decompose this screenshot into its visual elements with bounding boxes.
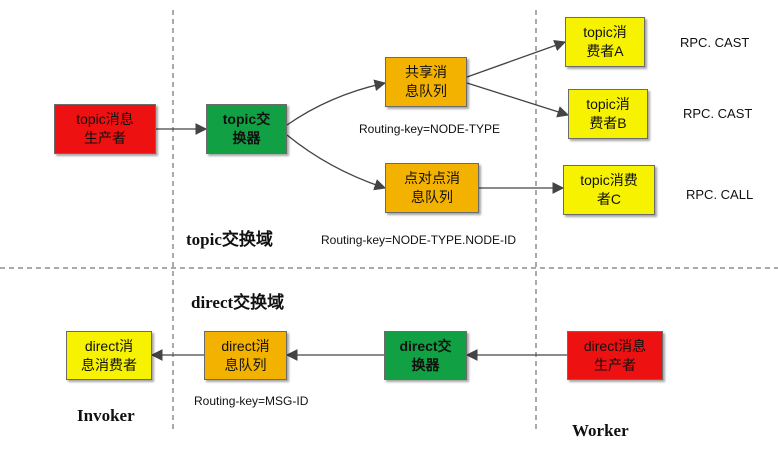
direct-queue-label: direct消 息队列 <box>221 337 270 373</box>
rpc-label-a: RPC. CAST <box>680 35 750 50</box>
direct-producer-label: direct消息 生产者 <box>583 337 647 373</box>
shared-queue-box: 共享消 息队列 <box>385 57 467 107</box>
topic-domain-label: topic交换域 <box>186 230 273 249</box>
topic-consumer-a-box: topic消 费者A <box>565 17 645 67</box>
arrow-exchange-to-p2p-queue <box>286 134 387 191</box>
topic-exchange-label: topic交 换器 <box>222 111 271 146</box>
topic-consumer-b-label: topic消 费者B <box>586 96 630 131</box>
direct-consumer-label: direct消 息消费者 <box>81 337 137 373</box>
p2p-queue-label: 点对点消 息队列 <box>404 170 460 205</box>
shared-queue-label: 共享消 息队列 <box>405 64 447 99</box>
topic-producer-box: topic消息 生产者 <box>54 104 156 154</box>
arrow-exchange-to-shared-queue <box>286 79 387 126</box>
topic-consumer-c-box: topic消费 者C <box>563 165 655 215</box>
routing-key-direct: Routing-key=MSG-ID <box>194 394 309 408</box>
direct-producer-box: direct消息 生产者 <box>567 331 663 380</box>
p2p-queue-box: 点对点消 息队列 <box>385 163 479 213</box>
topic-consumer-c-label: topic消费 者C <box>580 172 638 207</box>
routing-key-p2p: Routing-key=NODE-TYPE.NODE-ID <box>321 233 517 247</box>
worker-label: Worker <box>572 421 629 440</box>
direct-domain-label: direct交换域 <box>191 293 285 312</box>
routing-key-shared: Routing-key=NODE-TYPE <box>359 122 501 136</box>
rpc-label-b: RPC. CAST <box>683 106 753 121</box>
arrow-shared-queue-to-consumer-b <box>466 82 570 118</box>
rpc-label-c: RPC. CALL <box>686 187 754 202</box>
invoker-label: Invoker <box>77 406 135 425</box>
topic-producer-label: topic消息 生产者 <box>76 111 134 146</box>
arrow-shared-queue-to-consumer-a <box>466 40 567 78</box>
direct-exchange-box: direct交 换器 <box>384 331 467 380</box>
topic-exchange-box: topic交 换器 <box>206 104 287 154</box>
topic-consumer-a-label: topic消 费者A <box>583 24 627 59</box>
direct-exchange-label: direct交 换器 <box>399 337 452 373</box>
direct-queue-box: direct消 息队列 <box>204 331 287 380</box>
direct-consumer-box: direct消 息消费者 <box>66 331 152 380</box>
topic-consumer-b-box: topic消 费者B <box>568 89 648 139</box>
